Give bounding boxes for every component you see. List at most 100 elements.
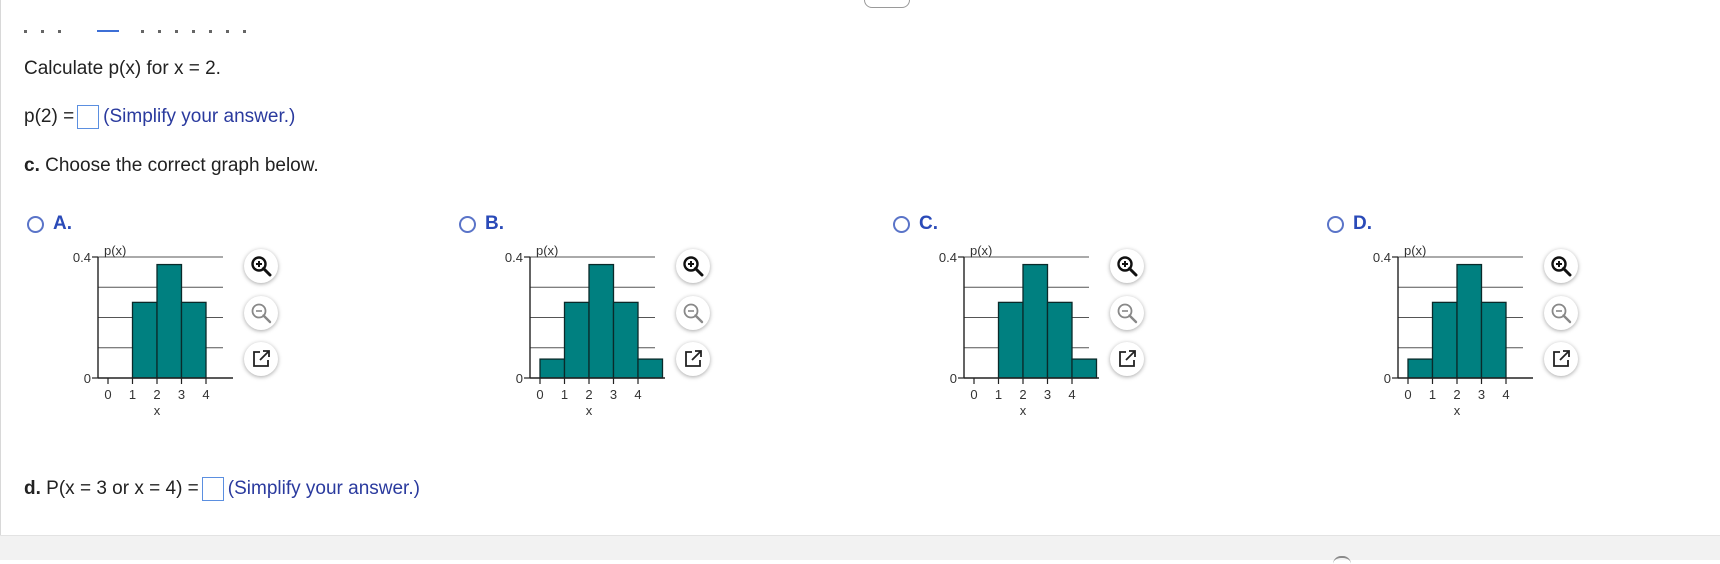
- external-window-icon: [253, 350, 270, 367]
- part-b-answer-input[interactable]: [77, 105, 100, 129]
- bar-x1: [997, 301, 1024, 379]
- option-a-popout-button[interactable]: [244, 342, 278, 376]
- part-c-letter: c.: [24, 155, 40, 176]
- option-a: A. 0 0.4 0 1 2 3 4 p(x) x: [0, 212, 400, 452]
- y-axis-label: p(x): [104, 243, 126, 258]
- x-tick-label: 1: [129, 387, 136, 402]
- x-axis-label: x: [586, 403, 593, 418]
- bar-x0: [539, 358, 566, 379]
- y-axis-label: p(x): [1404, 243, 1426, 258]
- x-tick-label: 3: [178, 387, 185, 402]
- option-b-chart: 0 0.4 0 1 2 3 4 p(x) x: [505, 243, 665, 418]
- magnifier-minus-icon: [1117, 303, 1138, 324]
- option-c-label: C.: [919, 213, 938, 234]
- x-axis-label: x: [1454, 403, 1461, 418]
- magnifier-plus-icon: [1117, 256, 1138, 277]
- part-b-prompt: Calculate p(x) for x = 2.: [24, 58, 221, 79]
- x-tick-label: 2: [585, 387, 592, 402]
- x-tick-label: 0: [104, 387, 111, 402]
- x-tick-label: 3: [1478, 387, 1485, 402]
- bar-x0: [1407, 358, 1434, 379]
- option-d-zoom-out-button[interactable]: [1544, 296, 1578, 330]
- bar-x2: [156, 263, 183, 379]
- option-a-zoom-out-button[interactable]: [244, 296, 278, 330]
- x-axis-label: x: [154, 403, 161, 418]
- x-tick-label: 4: [1068, 387, 1075, 402]
- option-b-radio-button[interactable]: [459, 215, 476, 233]
- y-tick-label: 0.4: [505, 250, 523, 265]
- bottom-help-icon[interactable]: [1333, 556, 1351, 564]
- x-axis-label: x: [1020, 403, 1027, 418]
- option-c-zoom-in-button[interactable]: [1110, 249, 1144, 283]
- option-b-zoom-in-button[interactable]: [676, 249, 710, 283]
- x-tick-label: 0: [1404, 387, 1411, 402]
- bar-x3: [1480, 301, 1507, 379]
- option-d: D. 0 0.4 0 1 2 3 4 p(x) x: [1300, 212, 1700, 452]
- y-axis-label: p(x): [970, 243, 992, 258]
- option-a-chart: 0 0.4 0 1 2 3 4 p(x) x: [73, 243, 233, 418]
- option-d-chart: 0 0.4 0 1 2 3 4 p(x) x: [1373, 243, 1533, 418]
- option-d-label: D.: [1353, 213, 1372, 234]
- bottom-toolbar-band: [0, 535, 1720, 560]
- bar-x1: [1431, 301, 1458, 379]
- option-a-label: A.: [53, 213, 72, 234]
- x-tick-label: 1: [1429, 387, 1436, 402]
- part-c-prompt-row: c. Choose the correct graph below.: [24, 154, 319, 178]
- part-d-lhs: P(x = 3 or x = 4) =: [46, 478, 199, 500]
- option-c-popout-button[interactable]: [1110, 342, 1144, 376]
- external-window-icon: [1553, 350, 1570, 367]
- y-tick-label: 0: [516, 371, 523, 386]
- y-tick-label: 0.4: [73, 250, 91, 265]
- external-window-icon: [1119, 350, 1136, 367]
- y-tick-label: 0: [1384, 371, 1391, 386]
- bar-x4: [1071, 358, 1098, 379]
- x-tick-label: 2: [1453, 387, 1460, 402]
- x-tick-label: 0: [536, 387, 543, 402]
- part-b-hint: (Simplify your answer.): [103, 106, 296, 128]
- option-d-popout-button[interactable]: [1544, 342, 1578, 376]
- option-a-radio-row[interactable]: A.: [27, 212, 72, 236]
- clipped-previous-line: [24, 30, 314, 34]
- bar-x4: [637, 358, 664, 379]
- option-a-zoom-in-button[interactable]: [244, 249, 278, 283]
- option-d-zoom-in-button[interactable]: [1544, 249, 1578, 283]
- option-b-radio-row[interactable]: B.: [459, 212, 504, 236]
- bar-x3: [180, 301, 207, 379]
- x-tick-label: 2: [153, 387, 160, 402]
- x-tick-label: 4: [634, 387, 641, 402]
- x-tick-label: 4: [202, 387, 209, 402]
- bar-x3: [1046, 301, 1073, 379]
- x-tick-label: 1: [561, 387, 568, 402]
- part-b-lhs: p(2) =: [24, 106, 75, 128]
- y-axis-label: p(x): [536, 243, 558, 258]
- option-d-radio-row[interactable]: D.: [1327, 212, 1372, 236]
- bar-x1: [563, 301, 590, 379]
- option-b-zoom-out-button[interactable]: [676, 296, 710, 330]
- x-tick-label: 2: [1019, 387, 1026, 402]
- part-d-answer-input[interactable]: [201, 477, 224, 501]
- option-c: C. 0 0.4 0 1 2 3 4 p(x) x: [866, 212, 1266, 452]
- option-d-radio-button[interactable]: [1327, 215, 1344, 233]
- y-tick-label: 0.4: [1373, 250, 1391, 265]
- y-tick-label: 0: [950, 371, 957, 386]
- x-tick-label: 0: [970, 387, 977, 402]
- bar-x3: [612, 301, 639, 379]
- magnifier-plus-icon: [251, 256, 272, 277]
- option-c-zoom-out-button[interactable]: [1110, 296, 1144, 330]
- option-b: B. 0 0.4 0 1 2 3 4 p(x) x: [432, 212, 832, 452]
- option-b-label: B.: [485, 213, 504, 234]
- magnifier-minus-icon: [1551, 303, 1572, 324]
- magnifier-plus-icon: [1551, 256, 1572, 277]
- bar-x2: [1022, 263, 1049, 379]
- option-c-radio-button[interactable]: [893, 215, 910, 233]
- x-tick-label: 3: [1044, 387, 1051, 402]
- bar-x2: [1456, 263, 1483, 379]
- option-b-popout-button[interactable]: [676, 342, 710, 376]
- part-d-letter: d.: [24, 478, 41, 500]
- external-window-icon: [685, 350, 702, 367]
- collapse-tab[interactable]: [864, 0, 910, 8]
- x-tick-label: 4: [1502, 387, 1509, 402]
- option-c-radio-row[interactable]: C.: [893, 212, 938, 236]
- magnifier-minus-icon: [683, 303, 704, 324]
- option-a-radio-button[interactable]: [27, 215, 44, 233]
